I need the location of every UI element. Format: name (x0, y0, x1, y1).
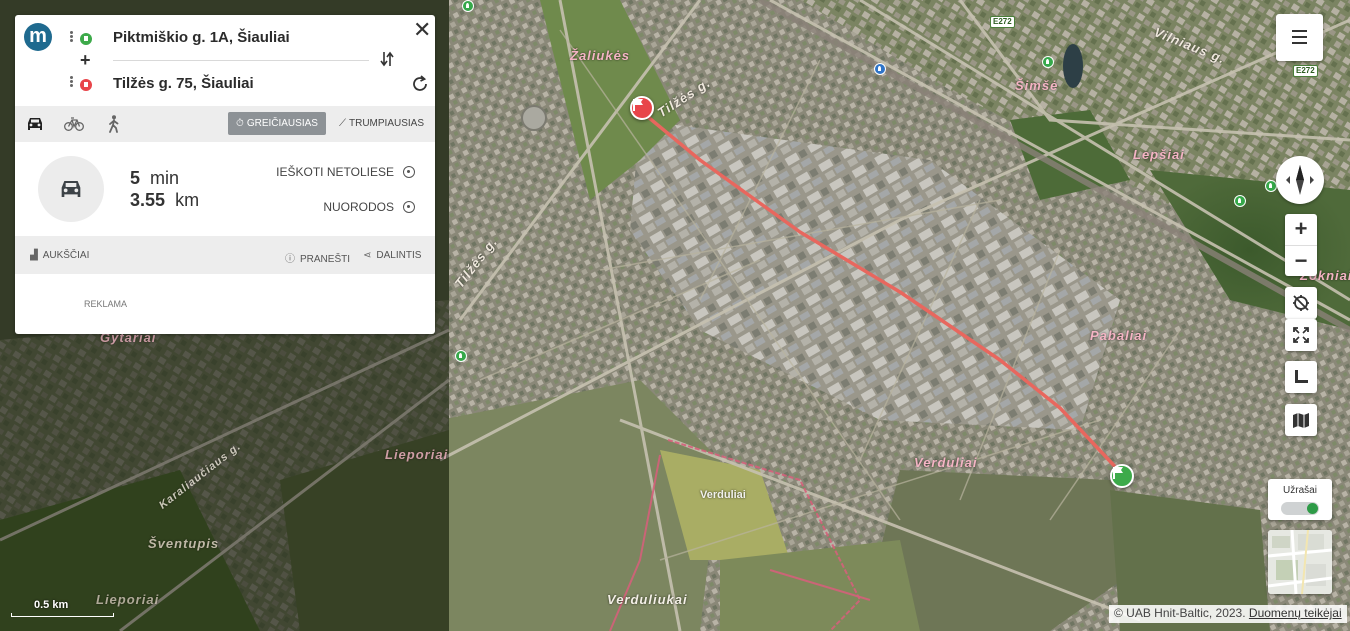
travel-mode-bar: ⏱ GREIČIAUSIAS ⟋ TRUMPIAUSIAS (15, 106, 435, 142)
road-shield-e272-b: E272 (1293, 65, 1318, 77)
map-label-pabaliai: Pabaliai (1090, 328, 1148, 343)
directions-button[interactable]: NUORODOS (323, 200, 415, 214)
duration-unit: min (150, 168, 180, 188)
drag-handle-icon[interactable] (70, 31, 73, 42)
alert-icon: ⓘ (285, 254, 295, 265)
basemap-switcher[interactable] (1268, 530, 1332, 594)
share-icon: ⋖ (363, 250, 372, 261)
distance-unit: km (175, 190, 200, 210)
labels-toggle[interactable] (1281, 502, 1319, 515)
search-nearby-label: IEŠKOTI NETOLIESE (276, 165, 394, 179)
search-nearby-icon (403, 166, 415, 178)
elevation-icon: ▟ (30, 250, 38, 261)
origin-pin-icon (80, 33, 92, 45)
attribution-text: © UAB Hnit-Baltic, 2023. (1114, 606, 1246, 620)
fullscreen-icon[interactable] (1285, 319, 1317, 351)
divider (113, 60, 369, 61)
report-label: PRANEŠTI (300, 254, 351, 265)
map-label-lieporiai: Lieporiai (385, 447, 449, 462)
poi-icon[interactable] (1234, 195, 1246, 207)
search-nearby-button[interactable]: IEŠKOTI NETOLIESE (276, 165, 415, 179)
origin-input[interactable]: Piktmiškio g. 1A, Šiauliai (113, 29, 290, 46)
data-providers-link[interactable]: Duomenų teikėjai (1249, 606, 1342, 620)
share-label: DALINTIS (376, 250, 422, 261)
close-icon[interactable]: ✕ (413, 19, 431, 41)
directions-icon (403, 201, 415, 213)
attribution: © UAB Hnit-Baltic, 2023. Duomenų teikėja… (1109, 605, 1347, 623)
ad-label: REKLAMA (84, 299, 128, 309)
labels-toggle-box: Užrašai (1268, 479, 1332, 520)
map-label-lepsiai: Lepšiai (1133, 147, 1185, 162)
route-panel: m Piktmiškio g. 1A, Šiauliai + ✕ Tilžės … (15, 15, 435, 334)
route-start-marker[interactable] (1110, 464, 1134, 488)
reverse-icon[interactable] (411, 75, 429, 98)
map-label-sventupis: Šventupis (148, 536, 220, 551)
poi-icon[interactable] (455, 350, 467, 362)
swap-icon[interactable] (380, 50, 394, 73)
duration-value: 5 (130, 168, 141, 188)
drag-handle-icon[interactable] (70, 76, 73, 87)
stopwatch-icon: ⏱ (236, 118, 244, 129)
no-location-icon[interactable] (1285, 287, 1317, 319)
labels-toggle-label: Užrašai (1283, 485, 1317, 496)
elevation-button[interactable]: ▟ AUKŠČIAI (30, 250, 89, 261)
zoom-out-icon[interactable]: − (1285, 245, 1317, 276)
car-icon (38, 156, 104, 222)
ruler-diagonal-icon: ⟋ (339, 118, 346, 129)
route-summary: 5 min 3.55 km IEŠKOTI NETOLIESE NUORODOS (15, 142, 435, 236)
scale-line (11, 613, 114, 617)
shortest-route-button[interactable]: ⟋ TRUMPIAUSIAS (331, 112, 432, 135)
add-stop-button[interactable]: + (80, 51, 91, 69)
zoom-controls: + − (1285, 214, 1317, 276)
map-label-verduliai-field: Verduliai (700, 489, 746, 501)
distance-value: 3.55 (130, 190, 166, 210)
ruler-icon[interactable] (1285, 361, 1317, 393)
duration: 5 min (130, 168, 179, 189)
route-actions-bar: ▟ AUKŠČIAI ⓘ PRANEŠTI ⋖ DALINTIS (15, 236, 435, 274)
map-layers-icon[interactable] (1285, 404, 1317, 436)
destination-input[interactable]: Tilžės g. 75, Šiauliai (113, 75, 254, 92)
scale-label: 0.5 km (34, 599, 69, 611)
share-button[interactable]: ⋖ DALINTIS (363, 250, 421, 261)
map-label-simse: Šimšė (1015, 78, 1059, 93)
map-label-lieporiai-bottom: Lieporiai (96, 592, 160, 607)
destination-pin-icon (80, 79, 92, 91)
map-label-zaliukes: Žaliukės (570, 48, 631, 63)
car-icon[interactable] (25, 115, 45, 138)
compass-icon[interactable] (1276, 156, 1324, 204)
map-label-verduliukai: Verduliukai (607, 592, 688, 607)
walk-icon[interactable] (107, 115, 121, 138)
road-shield-e272-a: E272 (990, 16, 1015, 28)
fastest-route-label: GREIČIAUSIAS (246, 118, 318, 129)
directions-label: NUORODOS (323, 200, 394, 214)
map-label-verduliai: Verduliai (914, 455, 978, 470)
poi-icon[interactable] (462, 0, 474, 12)
fastest-route-button[interactable]: ⏱ GREIČIAUSIAS (228, 112, 326, 135)
shortest-route-label: TRUMPIAUSIAS (349, 118, 425, 129)
elevation-label: AUKŠČIAI (42, 250, 90, 261)
poi-bus-icon[interactable] (874, 63, 886, 75)
report-button[interactable]: ⓘ PRANEŠTI (285, 250, 350, 265)
bike-icon[interactable] (64, 116, 84, 137)
route-end-marker[interactable] (630, 96, 654, 120)
menu-icon[interactable] (1276, 14, 1323, 61)
poi-icon[interactable] (1042, 56, 1054, 68)
zoom-in-icon[interactable]: + (1285, 214, 1317, 245)
logo-icon[interactable]: m (24, 23, 52, 51)
distance: 3.55 km (130, 190, 199, 211)
